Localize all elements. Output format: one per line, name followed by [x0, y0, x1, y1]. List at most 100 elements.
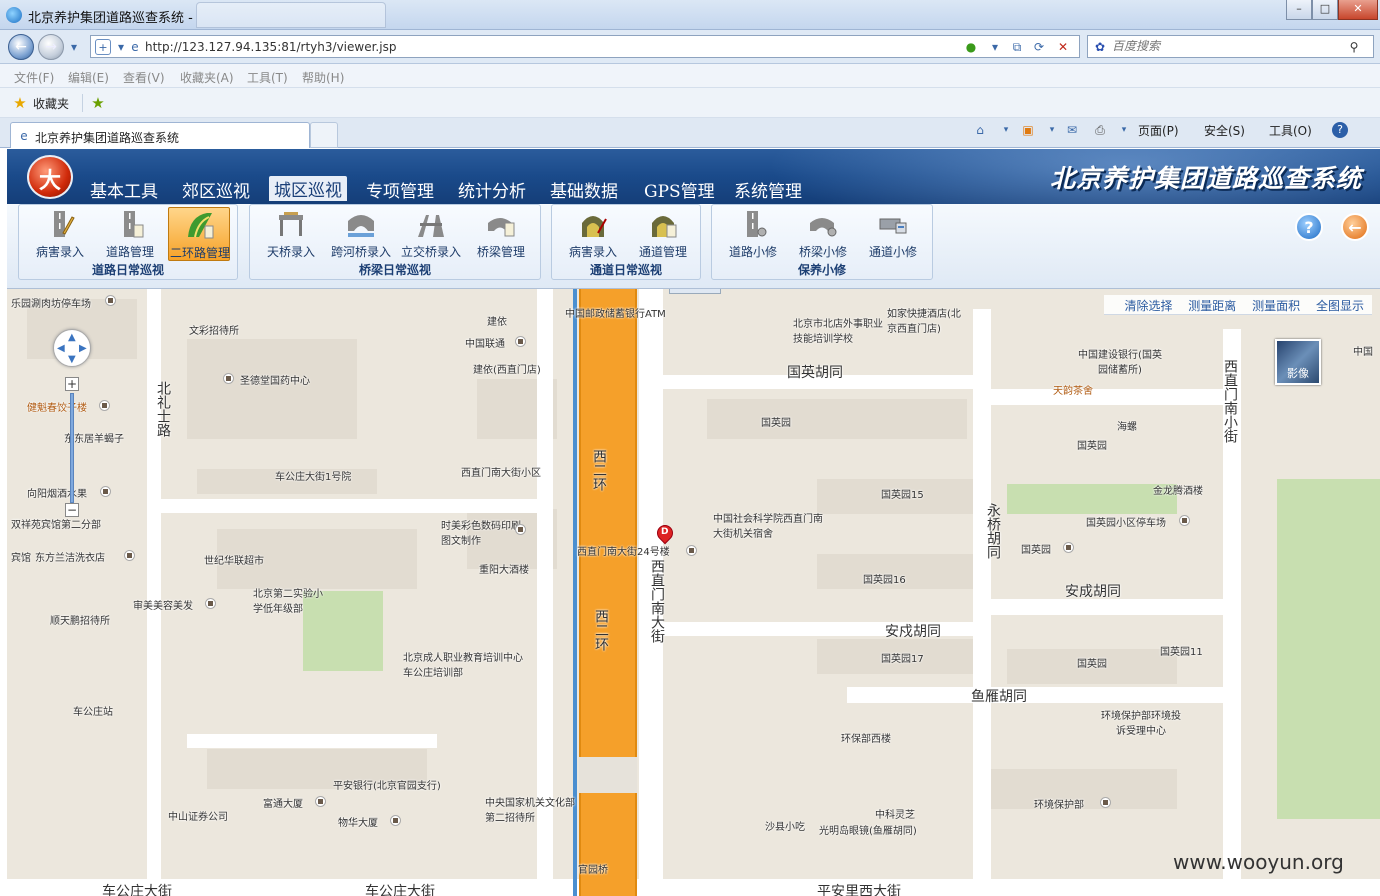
addon-icon[interactable]: ● [963, 39, 979, 55]
nav-base-data[interactable]: 基础数据 [550, 177, 618, 202]
poi-label[interactable]: 物华大厦 [338, 814, 378, 829]
safety-menu[interactable]: 安全(S) [1204, 122, 1245, 139]
parking-icon[interactable] [1179, 515, 1190, 526]
menu-favorites[interactable]: 收藏夹(A) [180, 69, 234, 86]
tool-road-management[interactable]: 道路管理 [99, 207, 161, 261]
nav-suburb-patrol[interactable]: 郊区巡视 [182, 177, 250, 202]
rss-compat-icon[interactable]: ⧉ [1009, 39, 1025, 55]
tool-footbridge-entry[interactable]: 天桥录入 [260, 207, 322, 261]
building-icon[interactable] [686, 545, 697, 556]
building-icon[interactable] [390, 815, 401, 826]
feeds-icon[interactable]: ▣ [1020, 122, 1036, 138]
poi-label[interactable]: 中国建设银行(国英园储蓄所) [1075, 346, 1165, 376]
active-tab[interactable]: e 北京养护集团道路巡查系统 [10, 122, 310, 148]
poi-label[interactable]: 车公庄站 [73, 703, 113, 718]
poi-label[interactable]: 沙县小吃 [765, 818, 805, 833]
maximize-button[interactable]: □ [1312, 0, 1338, 20]
poi-label[interactable]: 环保部西楼 [841, 730, 891, 745]
help-icon[interactable]: ? [1332, 122, 1348, 138]
page-menu[interactable]: 页面(P) [1138, 122, 1179, 139]
menu-edit[interactable]: 编辑(E) [68, 69, 109, 86]
poi-label[interactable]: 审美美容美发 [133, 597, 193, 612]
poi-label[interactable]: 金龙腾酒楼 [1153, 482, 1203, 497]
poi-label[interactable]: 东方兰洁洗衣店 [35, 549, 105, 564]
refresh-icon[interactable]: ⟳ [1031, 39, 1047, 55]
government-icon[interactable] [1100, 797, 1111, 808]
poi-label[interactable]: 环境保护部环境投诉受理中心 [1101, 707, 1181, 737]
search-icon[interactable]: ⚲ [1346, 39, 1362, 55]
satellite-toggle[interactable]: 影像 [1275, 339, 1321, 385]
full-extent-button[interactable]: 全图显示 [1316, 299, 1364, 313]
url-dropdown-icon[interactable]: ▾ [987, 39, 1003, 55]
nav-basic-tools[interactable]: 基本工具 [90, 177, 158, 202]
nav-special-mgmt[interactable]: 专项管理 [366, 177, 434, 202]
poi-label[interactable]: 健魁春饺子楼 [27, 399, 87, 414]
poi-label[interactable]: 圣德堂国药中心 [240, 372, 310, 387]
poi-label[interactable]: 国英园16 [863, 571, 906, 586]
poi-label[interactable]: 重阳大酒楼 [479, 561, 529, 576]
parking-icon[interactable] [105, 295, 116, 306]
new-tab-button[interactable] [310, 122, 338, 148]
favorites-star-icon[interactable]: ★ [12, 95, 28, 111]
search-input[interactable] [1112, 39, 1342, 53]
poi-label[interactable]: 西直门南大街24号楼 [577, 543, 670, 558]
poi-label[interactable]: 中国联通 [465, 335, 505, 350]
menu-file[interactable]: 文件(F) [14, 69, 54, 86]
map-view[interactable]: 国英胡同 安成胡同 安戍胡同 鱼雁胡同 北礼士路 西直门南大街 永桥胡同 西直门… [7, 289, 1380, 896]
poi-label[interactable]: 建依(西直门店) [473, 361, 541, 376]
poi-label[interactable]: 天韵茶舍 [1053, 382, 1093, 397]
telecom-icon[interactable] [515, 336, 526, 347]
clear-selection-button[interactable]: 清除选择 [1124, 299, 1172, 313]
back-button[interactable]: ← [8, 34, 34, 60]
tool-interchange-entry[interactable]: 立交桥录入 [400, 207, 462, 261]
tool-tunnel-repair[interactable]: 通道小修 [862, 207, 924, 261]
laundry-icon[interactable] [124, 550, 135, 561]
poi-label[interactable]: 中国 [1353, 343, 1373, 358]
favorites-label[interactable]: 收藏夹 [33, 95, 69, 112]
building-icon[interactable] [1063, 542, 1074, 553]
poi-label[interactable]: 国英园小区停车场 [1086, 514, 1166, 529]
poi-label[interactable]: 中科灵芝 [875, 806, 915, 821]
logout-button[interactable]: ← [1341, 213, 1369, 241]
nav-system-mgmt[interactable]: 系统管理 [734, 177, 802, 202]
poi-label[interactable]: 双祥苑宾馆第二分部 [11, 516, 101, 531]
menu-view[interactable]: 查看(V) [123, 69, 165, 86]
menu-help[interactable]: 帮助(H) [302, 69, 344, 86]
tool-tunnel-defect-entry[interactable]: 病害录入 [562, 207, 624, 261]
url-field[interactable]: + ▾ e http://123.127.94.135:81/rtyh3/vie… [90, 35, 1080, 58]
tool-tunnel-management[interactable]: 通道管理 [632, 207, 694, 261]
restaurant-icon[interactable] [99, 400, 110, 411]
poi-label[interactable]: 时美彩色数码印刷图文制作 [441, 517, 521, 547]
poi-label[interactable]: 宾馆 [11, 549, 31, 564]
poi-label[interactable]: 如家快捷酒店(北京西直门店) [887, 305, 963, 335]
mail-icon[interactable]: ✉ [1064, 122, 1080, 138]
poi-label[interactable]: 北京市北店外事职业技能培训学校 [793, 315, 883, 345]
zoom-out-button[interactable]: − [65, 503, 79, 517]
search-field[interactable]: ✿ ⚲ [1087, 35, 1374, 58]
poi-label[interactable]: 平安银行(北京官园支行) [333, 777, 441, 792]
stop-icon[interactable]: ✕ [1055, 39, 1071, 55]
forward-button[interactable]: → [38, 34, 64, 60]
poi-label[interactable]: 国英园17 [881, 650, 924, 665]
poi-label[interactable]: 光明岛眼镜(鱼雁胡同) [819, 822, 917, 837]
pan-up-icon[interactable]: ▲ [68, 332, 76, 343]
home-dropdown-icon[interactable]: ▾ [998, 122, 1014, 138]
poi-label[interactable]: 顺天鹏招待所 [50, 612, 110, 627]
nav-statistics[interactable]: 统计分析 [458, 177, 526, 202]
poi-label[interactable]: 国英园 [1077, 437, 1107, 452]
history-dropdown-icon[interactable]: ▾ [66, 39, 82, 55]
pan-down-icon[interactable]: ▼ [68, 354, 76, 365]
building-icon[interactable] [315, 796, 326, 807]
collapse-handle[interactable] [669, 289, 721, 294]
poi-label[interactable]: 中央国家机关文化部第二招待所 [485, 794, 581, 824]
tool-bridge-repair[interactable]: 桥梁小修 [792, 207, 854, 261]
close-window-button[interactable]: ✕ [1338, 0, 1378, 20]
poi-label[interactable]: 海螺 [1117, 418, 1137, 433]
tool-bridge-management[interactable]: 桥梁管理 [470, 207, 532, 261]
shop-icon[interactable] [100, 486, 111, 497]
print-dropdown-icon[interactable]: ▾ [1116, 122, 1132, 138]
tool-road-repair[interactable]: 道路小修 [722, 207, 784, 261]
shop-icon[interactable] [223, 373, 234, 384]
poi-label[interactable]: 国英园15 [881, 486, 924, 501]
pan-control[interactable]: ▲ ▼ ◀ ▶ [53, 329, 91, 367]
